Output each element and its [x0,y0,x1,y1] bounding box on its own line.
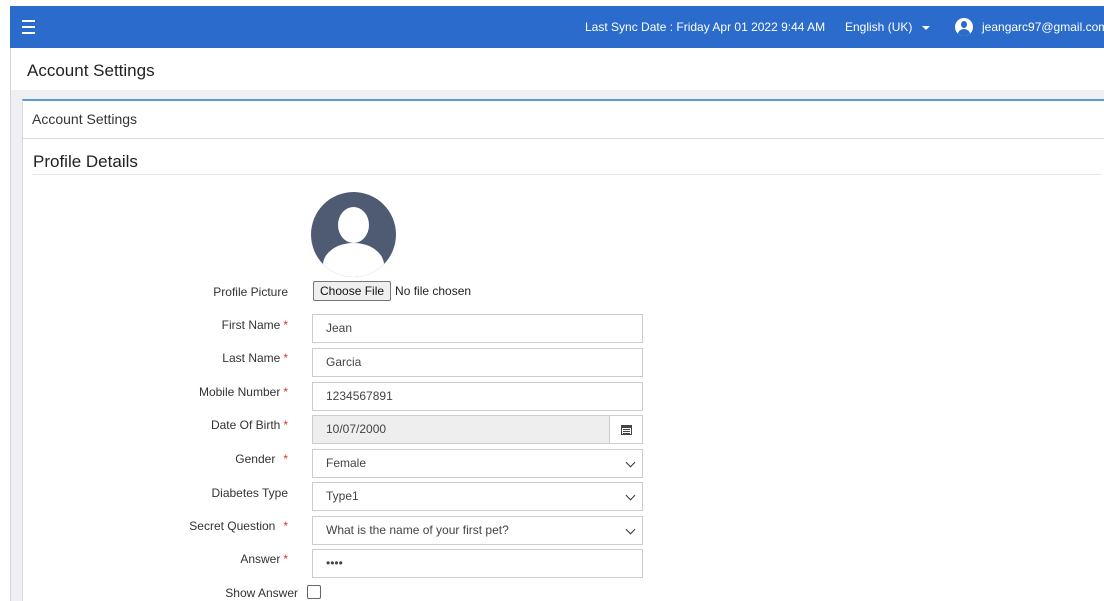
calendar-icon [620,424,632,435]
language-dropdown[interactable]: English (UK) [845,20,931,34]
last-sync-date: Last Sync Date : Friday Apr 01 2022 9:44… [585,20,826,34]
required-mark: * [283,318,288,332]
secret-question-label: Secret Question * [189,519,288,533]
secret-question-label-text: Secret Question [189,519,276,533]
diabetes-type-value: Type1 [326,489,359,503]
secret-question-select[interactable]: What is the name of your first pet? [312,516,643,545]
required-mark: * [283,385,288,399]
chevron-down-icon [625,524,636,535]
section-title: Profile Details [33,152,138,171]
top-navbar: Last Sync Date : Friday Apr 01 2022 9:44… [10,6,1104,48]
gender-select[interactable]: Female [312,449,643,478]
hamburger-menu-icon[interactable] [10,6,46,48]
profile-avatar-icon [311,192,396,277]
first-name-label: First Name * [222,318,288,332]
mobile-number-label: Mobile Number * [199,385,288,399]
section-divider [33,174,1101,175]
mobile-number-field[interactable]: 1234567891 [312,382,643,411]
last-name-label-text: Last Name [222,351,281,365]
gender-label-text: Gender [235,452,276,466]
date-of-birth-field: 10/07/2000 [312,415,610,444]
required-mark: * [283,552,288,566]
mobile-number-label-text: Mobile Number [198,385,281,399]
caret-down-icon [922,25,931,30]
choose-file-button[interactable]: Choose File [313,281,392,301]
answer-label-text: Answer [240,552,281,566]
page-title: Account Settings [27,61,155,80]
file-input: Choose File No file chosen [313,281,471,301]
chevron-down-icon [625,490,636,501]
gender-value: Female [326,456,367,470]
show-answer-label: Show Answer [225,586,298,600]
required-mark: * [283,351,288,365]
first-name-field[interactable]: Jean [312,314,643,343]
last-name-field[interactable]: Garcia [312,348,643,377]
user-avatar-icon [955,18,973,36]
answer-field[interactable]: •••• [312,549,643,578]
diabetes-type-label: Diabetes Type [211,486,289,500]
profile-picture-label: Profile Picture [213,285,288,299]
date-of-birth-label: Date Of Birth * [211,418,288,432]
date-of-birth-label-text: Date Of Birth [210,418,281,432]
account-settings-card: Account Settings Profile Details Profile… [22,99,1104,601]
gender-label: Gender * [235,452,288,466]
date-of-birth-picker: 10/07/2000 [312,415,643,444]
user-email: jeangarc97@gmail.com [982,20,1104,34]
user-menu[interactable]: jeangarc97@gmail.com [955,18,1104,36]
card-title: Account Settings [23,101,1104,139]
required-mark: * [283,519,288,533]
chevron-down-icon [625,457,636,468]
calendar-button[interactable] [609,415,643,444]
required-mark: * [283,452,288,466]
last-name-label: Last Name * [222,351,288,365]
file-status: No file chosen [395,284,472,298]
page-header: Account Settings [10,48,1104,90]
language-label: English (UK) [845,20,913,34]
secret-question-value: What is the name of your first pet? [326,523,509,537]
answer-label: Answer * [240,552,288,566]
show-answer-checkbox[interactable] [307,585,321,599]
first-name-label-text: First Name [221,318,281,332]
required-mark: * [283,418,288,432]
diabetes-type-select[interactable]: Type1 [312,482,643,511]
